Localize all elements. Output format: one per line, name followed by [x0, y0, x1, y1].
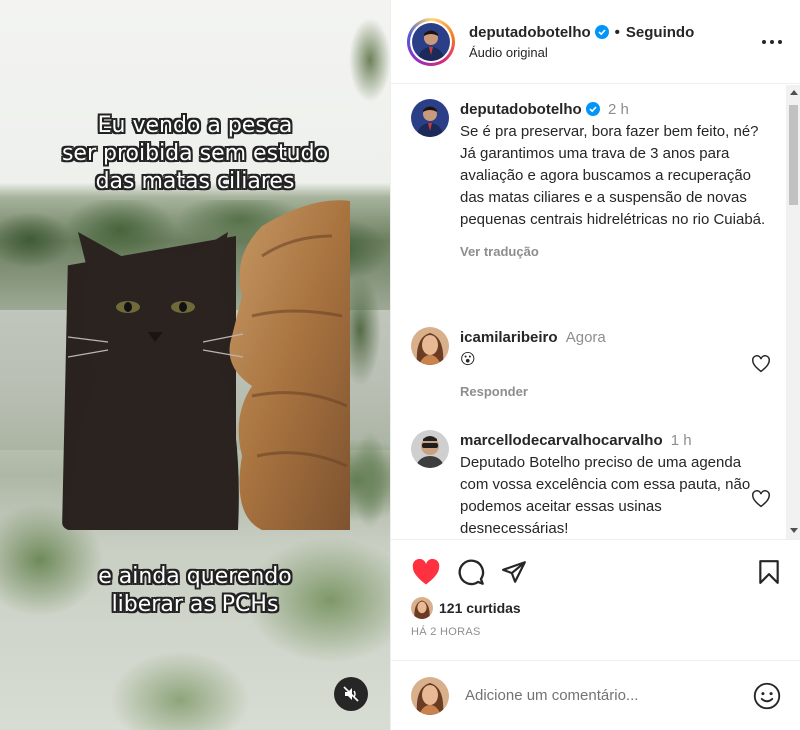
- black-cat-image: [68, 232, 243, 530]
- cats-image: [62, 196, 352, 530]
- commenter-avatar[interactable]: [411, 327, 449, 365]
- save-button[interactable]: [757, 559, 781, 585]
- author-avatar[interactable]: [411, 99, 449, 137]
- scroll-up-arrow[interactable]: [790, 90, 798, 95]
- comment-item: icamilaribeiro Agora 😮 Responder: [411, 327, 771, 403]
- more-options-button[interactable]: [758, 28, 786, 56]
- emoji-button[interactable]: [753, 682, 781, 710]
- verified-badge-icon: [585, 102, 600, 116]
- comment-time[interactable]: Agora: [566, 329, 606, 346]
- speaker-muted-icon: [343, 686, 359, 702]
- post-actions: [391, 556, 800, 588]
- likes-count[interactable]: 121 curtidas: [411, 597, 521, 619]
- mute-button[interactable]: [334, 677, 368, 711]
- comment-item: marcellodecarvalhocarvalho 1 h Deputado …: [411, 430, 771, 539]
- header-username[interactable]: deputadobotelho: [469, 24, 591, 41]
- post-time-ago[interactable]: HÁ 2 HORAS: [411, 626, 481, 638]
- header-info: deputadobotelho • Seguindo Áudio origina…: [469, 24, 758, 60]
- comment-username[interactable]: icamilaribeiro: [460, 329, 558, 346]
- like-button[interactable]: [411, 558, 441, 586]
- post-caption: deputadobotelho 2 h Se é pra preservar, …: [411, 99, 771, 263]
- heart-filled-icon: [412, 558, 440, 585]
- current-user-avatar: [411, 676, 449, 715]
- media-caption-top-text: Eu vendo a pesca ser proibida sem estudo…: [61, 113, 329, 194]
- caption-time[interactable]: 2 h: [608, 101, 629, 118]
- liker-avatar: [411, 597, 433, 619]
- comment-icon: [458, 559, 485, 586]
- add-comment-input[interactable]: [465, 687, 753, 704]
- following-button[interactable]: Seguindo: [626, 24, 694, 41]
- comment-text: Deputado Botelho preciso de uma agenda c…: [460, 454, 755, 537]
- comment-button[interactable]: [457, 558, 485, 586]
- post-details-panel: deputadobotelho • Seguindo Áudio origina…: [390, 0, 800, 730]
- verified-badge-icon: [594, 25, 609, 39]
- like-comment-heart-icon[interactable]: [751, 355, 771, 373]
- comment-text: 😮: [460, 351, 476, 368]
- likes-text[interactable]: 121 curtidas: [439, 600, 521, 616]
- commenter-avatar[interactable]: [411, 430, 449, 468]
- original-audio-link[interactable]: Áudio original: [469, 45, 758, 60]
- media-caption-bottom-text: e ainda querendo liberar as PCHs: [98, 564, 292, 617]
- profile-avatar: [412, 22, 450, 61]
- caption-text: Se é pra preservar, bora fazer bem feito…: [460, 123, 766, 228]
- add-comment-bar: [391, 660, 800, 730]
- share-button[interactable]: [501, 559, 527, 585]
- post-header: deputadobotelho • Seguindo Áudio origina…: [391, 0, 800, 84]
- comments-scrollbar[interactable]: [786, 85, 800, 539]
- scroll-down-arrow[interactable]: [790, 528, 798, 533]
- reply-button[interactable]: Responder: [460, 381, 771, 403]
- scrollbar-thumb[interactable]: [789, 105, 798, 205]
- header-separator: •: [614, 23, 620, 41]
- share-icon: [502, 561, 526, 583]
- media-caption-bottom: e ainda querendo liberar as PCHs: [0, 563, 390, 619]
- more-horizontal-icon: [762, 39, 782, 44]
- story-avatar[interactable]: [407, 17, 455, 66]
- smiley-icon: [753, 682, 781, 709]
- comment-username[interactable]: marcellodecarvalhocarvalho: [460, 432, 663, 449]
- like-comment-heart-icon[interactable]: [751, 490, 771, 508]
- post-media[interactable]: Eu vendo a pesca ser proibida sem estudo…: [0, 0, 390, 730]
- comments-section[interactable]: deputadobotelho 2 h Se é pra preservar, …: [391, 85, 800, 540]
- comment-time[interactable]: 1 h: [671, 432, 692, 449]
- see-translation-link[interactable]: Ver tradução: [460, 241, 771, 263]
- caption-username[interactable]: deputadobotelho: [460, 101, 582, 118]
- bookmark-icon: [759, 560, 779, 584]
- media-caption-top: Eu vendo a pesca ser proibida sem estudo…: [0, 112, 390, 196]
